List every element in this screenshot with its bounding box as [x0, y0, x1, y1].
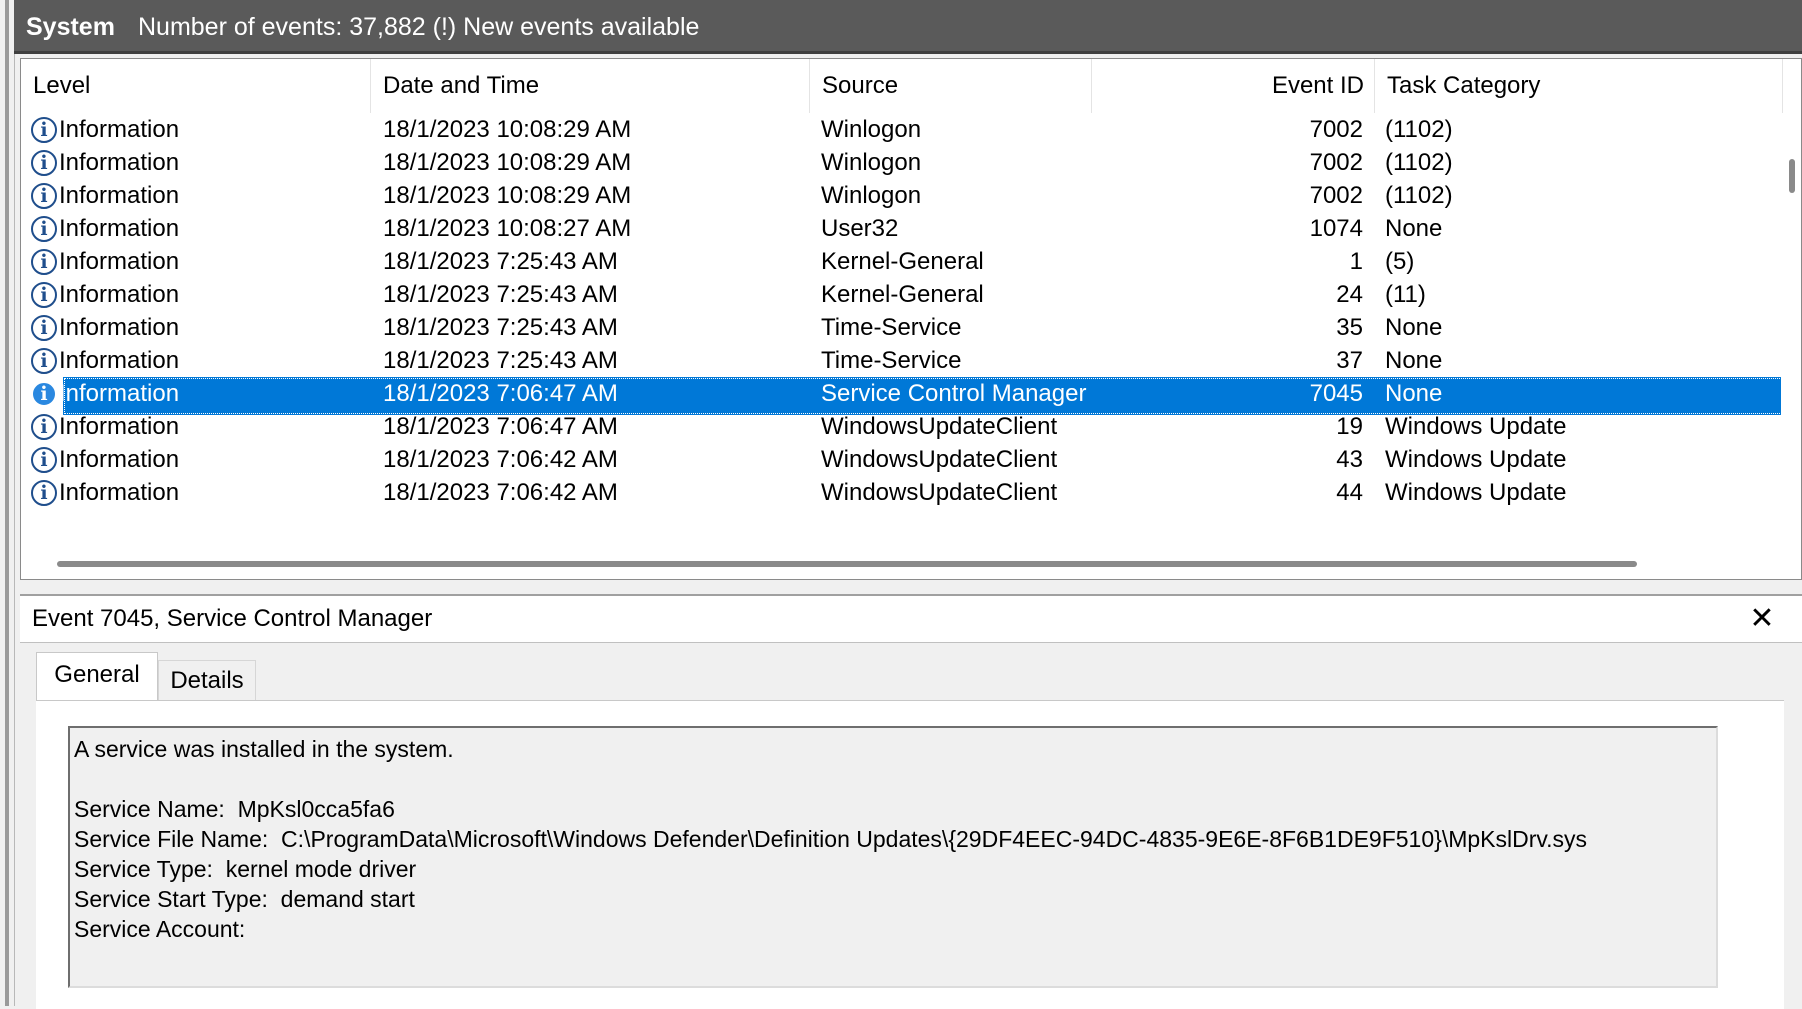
information-icon: i	[31, 414, 57, 440]
information-icon: i	[31, 282, 57, 308]
event-count-status: Number of events: 37,882 (!) New events …	[138, 13, 700, 41]
event-rows: i Information 18/1/2023 10:08:29 AM Winlogo…	[21, 113, 1783, 579]
information-icon: i	[31, 447, 57, 473]
event-list[interactable]: Level Date and Time Source Event ID Task…	[20, 58, 1802, 580]
vertical-scrollbar[interactable]	[1781, 113, 1801, 553]
column-header-task-category[interactable]: Task Category	[1375, 59, 1783, 113]
event-detail-pane: Event 7045, Service Control Manager ✕ Ge…	[20, 594, 1802, 1009]
information-icon: i	[31, 183, 57, 209]
horizontal-scrollbar[interactable]	[21, 551, 1801, 579]
column-header-source[interactable]: Source	[810, 59, 1092, 113]
log-title-bar: System Number of events: 37,882 (!) New …	[14, 0, 1802, 54]
column-header-level[interactable]: Level	[21, 59, 371, 113]
information-icon: i	[31, 315, 57, 341]
vertical-scrollbar-thumb[interactable]	[1789, 159, 1795, 193]
information-icon: i	[31, 348, 57, 374]
log-name: System	[26, 13, 115, 41]
tab-general[interactable]: General	[36, 652, 158, 700]
horizontal-scrollbar-thumb[interactable]	[57, 561, 1637, 567]
information-icon: i	[31, 480, 57, 506]
cell-level: Information	[59, 479, 180, 506]
cell-task-category: Windows Update	[1385, 479, 1567, 506]
information-icon: i	[31, 381, 57, 407]
column-header-event-id[interactable]: Event ID	[1092, 59, 1375, 113]
event-list-header: Level Date and Time Source Event ID Task…	[21, 59, 1801, 113]
event-detail-title: Event 7045, Service Control Manager	[32, 605, 433, 632]
table-row[interactable]: i Information 18/1/2023 7:06:42 AM WindowsU…	[21, 476, 1783, 514]
event-description-text[interactable]: A service was installed in the system. S…	[68, 726, 1718, 988]
tab-details[interactable]: Details	[158, 660, 256, 700]
cell-date-time: 18/1/2023 7:06:42 AM	[383, 479, 618, 506]
information-icon: i	[31, 216, 57, 242]
event-detail-header: Event 7045, Service Control Manager ✕	[20, 596, 1802, 643]
cell-source: WindowsUpdateClient	[821, 479, 1058, 506]
window-left-border	[5, 0, 9, 1006]
column-header-date-time[interactable]: Date and Time	[371, 59, 810, 113]
information-icon: i	[31, 150, 57, 176]
information-icon: i	[31, 249, 57, 275]
cell-event-id: 44	[1336, 479, 1363, 506]
information-icon: i	[31, 117, 57, 143]
close-icon[interactable]: ✕	[1742, 596, 1782, 642]
